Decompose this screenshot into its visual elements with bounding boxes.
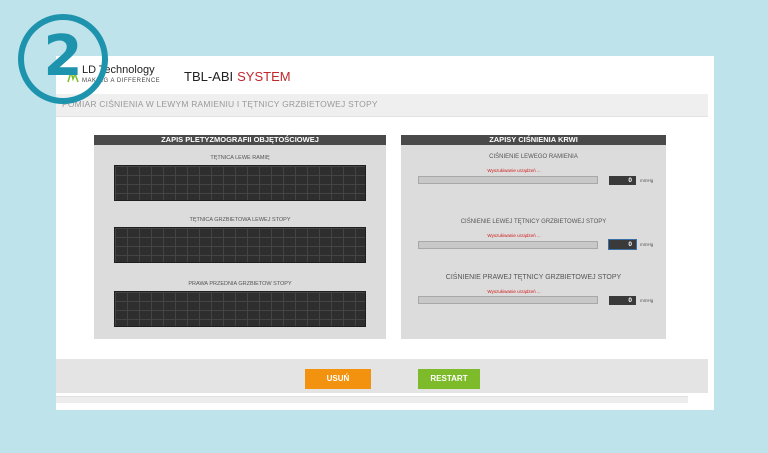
action-bar: USUŃ RESTART	[56, 359, 708, 393]
app-title-accent: SYSTEM	[237, 69, 291, 84]
bp-progress-left-arm	[418, 176, 598, 184]
plethysmography-panel: ZAPIS PLETYZMOGRAFII OBJĘTOŚCIOWEJ TĘTNI…	[94, 135, 386, 339]
restart-button[interactable]: RESTART	[418, 369, 480, 389]
bp-status-right-foot: Wyszukiwanie urządzeń ...	[487, 289, 541, 294]
app-title-main: TBL-ABI	[184, 69, 234, 84]
channel-label-left-foot: TĘTNICA GRZBIETOWA LEWEJ STOPY	[189, 217, 291, 223]
plethysmography-panel-title: ZAPIS PLETYZMOGRAFII OBJĘTOŚCIOWEJ	[94, 135, 386, 145]
waveform-left-arm	[114, 165, 366, 201]
bp-status-left-foot: Wyszukiwanie urządzeń ...	[487, 233, 541, 238]
step-number-badge: 2	[18, 14, 108, 104]
bp-progress-right-foot	[418, 296, 598, 304]
channel-label-left-arm: TĘTNICA LEWE RAMIĘ	[210, 155, 270, 161]
blood-pressure-panel: ZAPISY CIŚNIENIA KRWI CIŚNIENIE LEWEGO R…	[401, 135, 666, 339]
measurement-subheader: POMIAR CIŚNIENIA W LEWYM RAMIENIU I TĘTN…	[56, 94, 708, 117]
bp-value-left-arm[interactable]: 0	[609, 176, 636, 185]
bp-label-right-foot: CIŚNIENIE PRAWEJ TĘTNICY GRZBIETOWEJ STO…	[445, 274, 622, 281]
app-window: LD Technology MAKING A DIFFERENCE TBL-AB…	[56, 56, 714, 410]
app-title: TBL-ABI SYSTEM	[184, 69, 291, 84]
bp-value-right-foot[interactable]: 0	[609, 296, 636, 305]
waveform-right-foot	[114, 291, 366, 327]
waveform-left-foot	[114, 227, 366, 263]
subheader-text: POMIAR CIŚNIENIA W LEWYM RAMIENIU I TĘTN…	[62, 99, 378, 109]
channel-label-right-foot: PRAWA PRZEDNIA GRZBIETOW STOPY	[188, 281, 292, 287]
horizontal-scrollbar[interactable]	[56, 396, 688, 403]
bp-unit-left-arm: mmHg	[640, 178, 654, 183]
bp-label-left-foot: CIŚNIENIE LEWEJ TĘTNICY GRZBIETOWEJ STOP…	[460, 219, 607, 225]
delete-button[interactable]: USUŃ	[305, 369, 371, 389]
app-header: LD Technology MAKING A DIFFERENCE TBL-AB…	[56, 56, 714, 94]
bp-status-left-arm: Wyszukiwanie urządzeń ...	[487, 168, 541, 173]
bp-unit-left-foot: mmHg	[640, 242, 654, 247]
step-number: 2	[43, 24, 83, 89]
bp-unit-right-foot: mmHg	[640, 298, 654, 303]
bp-value-left-foot[interactable]: 0	[608, 239, 637, 250]
bp-label-left-arm: CIŚNIENIE LEWEGO RAMIENIA	[489, 154, 578, 160]
blood-pressure-panel-title: ZAPISY CIŚNIENIA KRWI	[401, 135, 666, 145]
bp-progress-left-foot	[418, 241, 598, 249]
